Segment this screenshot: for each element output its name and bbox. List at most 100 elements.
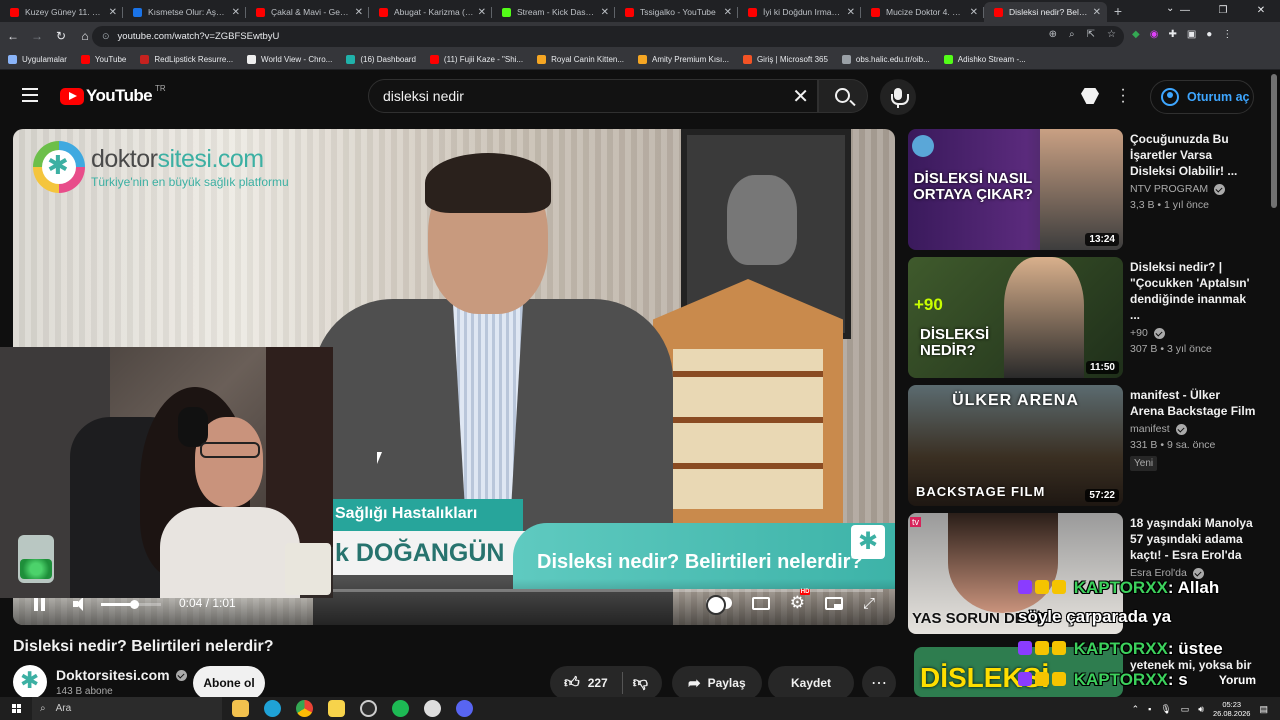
bookmark-item[interactable]: Uygulamalar [8,55,67,64]
settings-gear-icon[interactable]: ⚙ HD [790,589,811,613]
close-tab-icon[interactable]: ✕ [232,7,240,18]
microphone-tray-icon[interactable]: 🎙︎ [1160,704,1171,715]
profile-icon[interactable]: ● [1206,29,1212,40]
spotify-icon[interactable] [392,700,409,717]
recommendation-title[interactable]: Çocuğunuzda Bu İşaretler Varsa Disleksi … [1130,131,1256,179]
close-tab-icon[interactable]: ✕ [847,7,855,18]
windows-start-icon[interactable] [12,703,22,714]
more-actions-icon[interactable]: ⋯ [862,666,896,700]
browser-tab[interactable]: Kuzey Güney 11. Bölüm ✕ [0,2,123,22]
side-panel-icon[interactable]: ▣ [1187,29,1196,40]
bookmark-item[interactable]: RedLipstick Resurre... [140,55,233,64]
volume-icon[interactable] [73,597,87,611]
notifications-icon[interactable]: ▤ [1259,704,1268,715]
volume-knob[interactable] [130,600,139,609]
pause-icon[interactable] [33,597,47,611]
recommendation-thumbnail[interactable]: ÜLKER ARENA BACKSTAGE FILM 57:22 [908,385,1123,506]
bookmark-item[interactable]: YouTube [80,55,126,64]
menu-icon[interactable] [22,88,38,102]
steam-icon[interactable] [424,700,441,717]
discord-icon[interactable] [456,700,473,717]
install-app-icon[interactable]: ⊕ [1049,29,1057,40]
bookmark-item[interactable]: World View - Chro... [247,55,332,64]
recommendation-channel[interactable]: +90 [1130,327,1148,339]
browser-tab[interactable]: Mucize Doktor 4. Bölüm ✕ [861,2,984,22]
edge-icon[interactable] [264,700,281,717]
close-tab-icon[interactable]: ✕ [601,7,609,18]
recommendation-item[interactable]: +90 DİSLEKSİ NEDİR? 11:50 Disleksi nedir… [908,257,1258,379]
notes-app-icon[interactable] [328,700,345,717]
search-input[interactable]: disleksi nedir ✕ [368,79,818,113]
close-tab-icon[interactable]: ✕ [478,7,486,18]
restore-icon[interactable]: ❐ [1204,0,1242,22]
recommendation-channel[interactable]: NTV PROGRAM [1130,183,1208,195]
address-bar[interactable]: ⊙ youtube.com/watch?v=ZGBFSEwtbyU ⊕ ⌕ ⇱ … [92,26,1124,47]
settings-menu-icon[interactable]: · · · [1118,82,1128,110]
bookmark-item[interactable]: Royal Canin Kitten... [537,55,624,64]
recommendation-thumbnail[interactable]: +90 DİSLEKSİ NEDİR? 11:50 [908,257,1123,378]
save-button[interactable]: Kaydet [768,666,854,700]
extension-icon[interactable]: ◉ [1150,29,1159,40]
volume-slider[interactable] [101,600,161,609]
file-explorer-icon[interactable] [232,700,249,717]
channel-avatar[interactable] [13,665,47,699]
network-icon[interactable]: ▭ [1181,704,1190,715]
close-window-icon[interactable]: ✕ [1242,0,1280,22]
reload-icon[interactable]: ↻ [50,29,72,43]
bookmark-item[interactable]: Amity Premium Kısı... [638,55,729,64]
recommendation-title[interactable]: manifest - Ülker Arena Backstage Film [1130,387,1256,419]
bookmark-item[interactable]: (16) Dashboard [346,55,416,64]
fullscreen-icon[interactable]: ⤢ [863,595,875,612]
bookmark-item[interactable]: (11) Fujii Kaze - "Shi... [429,55,523,64]
bookmark-item[interactable]: Giriş | Microsoft 365 [742,55,828,64]
autoplay-toggle[interactable] [705,595,732,615]
like-icon[interactable]: 👍︎ [564,674,580,692]
subscribe-button[interactable]: Abone ol [193,666,265,700]
recommendation-title[interactable]: 18 yaşındaki Manolya 57 yaşındaki adama … [1130,515,1256,563]
bookmark-star-icon[interactable]: ☆ [1107,29,1116,40]
dislike-icon[interactable]: 👎︎ [633,674,648,692]
close-tab-icon[interactable]: ✕ [109,7,117,18]
close-tab-icon[interactable]: ✕ [355,7,363,18]
tray-chevron-icon[interactable]: ⌃ [1132,704,1140,715]
volume-tray-icon[interactable]: 🔊︎ [1198,704,1204,715]
search-button[interactable] [818,79,868,113]
browser-tab[interactable]: Disleksi nedir? Belirtil ✕ [984,2,1107,22]
bookmark-item[interactable]: Adishko Stream -... [943,55,1026,64]
close-tab-icon[interactable]: ✕ [970,7,978,18]
browser-tab[interactable]: İyi ki Doğdun Irmak İşler ✕ [738,2,861,22]
recommendation-title[interactable]: Disleksi nedir? | "Çocukken 'Aptalsın' d… [1130,259,1256,323]
voice-search-button[interactable] [880,79,916,115]
zoom-icon[interactable]: ⌕ [1069,29,1075,40]
bookmark-item[interactable]: obs.halic.edu.tr/oib... [841,55,930,64]
recommendation-item[interactable]: ÜLKER ARENA BACKSTAGE FILM 57:22 manifes… [908,385,1258,507]
clear-search-icon[interactable]: ✕ [792,84,809,109]
browser-menu-icon[interactable]: ⋮ [1222,29,1232,40]
minimize-icon[interactable]: — [1166,0,1204,22]
scrollbar-thumb[interactable] [1271,74,1277,208]
new-tab-button[interactable]: + [1107,2,1129,22]
like-count[interactable]: 227 [588,676,608,690]
subtitles-icon[interactable] [751,596,770,610]
miniplayer-icon[interactable] [824,596,843,610]
forward-icon[interactable]: → [26,29,48,43]
taskbar-clock[interactable]: 05:23 26.08.2026 [1213,700,1251,718]
browser-tab[interactable]: Abugat - Karizma (Offic ✕ [369,2,492,22]
chrome-icon[interactable] [296,700,313,717]
taskbar-search[interactable]: ⌕ Ara [32,697,222,720]
recommendation-thumbnail[interactable]: DİSLEKSİ NASIL ORTAYA ÇIKAR? 13:24 [908,129,1123,250]
tray-app-icon[interactable]: ▪ [1148,704,1151,714]
share-button[interactable]: ➦ Paylaş [672,666,762,700]
recommendation-item[interactable]: DİSLEKSİ NASIL ORTAYA ÇIKAR? 13:24 Çocuğ… [908,129,1258,251]
extensions-puzzle-icon[interactable]: ✚ [1168,29,1176,40]
browser-tab[interactable]: Tssigalko - YouTube ✕ [615,2,738,22]
share-page-icon[interactable]: ⇱ [1087,29,1095,40]
recommendation-channel[interactable]: manifest [1130,423,1170,435]
shield-extension-icon[interactable]: ◆ [1132,29,1140,40]
channel-name[interactable]: Doktorsitesi.com [56,667,187,683]
close-tab-icon[interactable]: ✕ [724,7,732,18]
close-tab-icon[interactable]: ✕ [1093,7,1101,18]
create-icon[interactable] [1081,88,1099,104]
browser-tab[interactable]: Çakal & Mavi - Gezegen ✕ [246,2,369,22]
obs-icon[interactable] [360,700,377,717]
